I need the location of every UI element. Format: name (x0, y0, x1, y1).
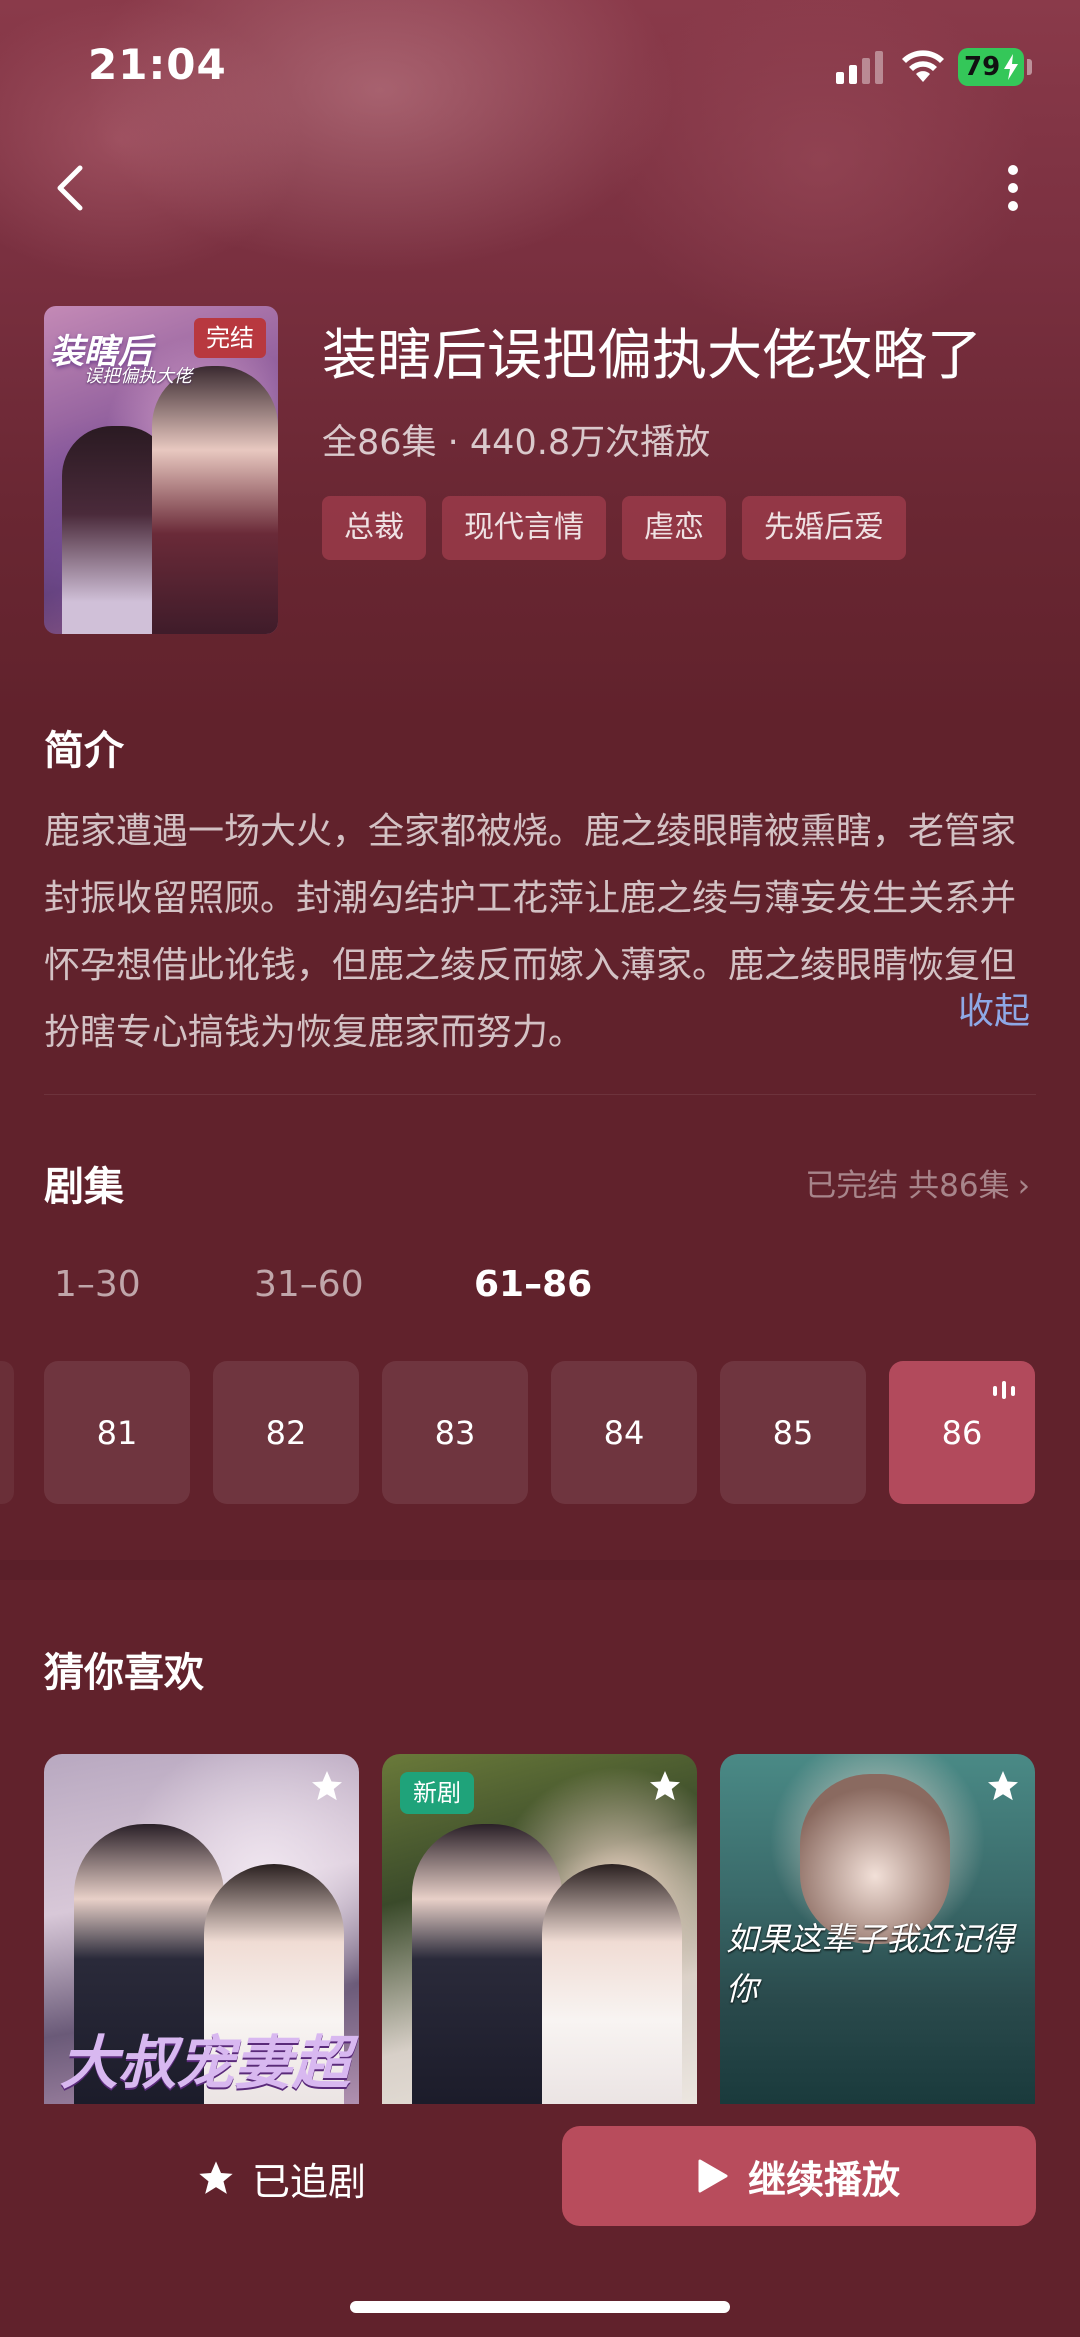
tab-range-1[interactable]: 1–30 (54, 1264, 141, 1305)
battery-indicator: 79 (958, 48, 1024, 86)
synopsis-text: 鹿家遭遇一场大火，全家都被烧。鹿之绫眼睛被熏瞎，老管家封振收留照顾。封潮勾结护工… (44, 811, 1017, 1053)
battery-level: 79 (964, 52, 1001, 82)
episode-button-partial[interactable] (0, 1361, 14, 1504)
recommend-heading: 猜你喜欢 (44, 1650, 204, 1696)
episode-button[interactable]: 84 (551, 1361, 697, 1504)
episode-button[interactable]: 83 (382, 1361, 528, 1504)
episode-grid: 81 82 83 84 85 86 (44, 1361, 1035, 1504)
episode-button[interactable]: 81 (44, 1361, 190, 1504)
divider (44, 1094, 1036, 1095)
recommend-list: 大叔宠妻超甜 新剧 如果这辈子我还记得你 (44, 1754, 1035, 2104)
poster-title-art: 如果这辈子我还记得你 (726, 1920, 1015, 2008)
episode-number: 82 (265, 1413, 307, 1452)
continue-play-label: 继续播放 (747, 2157, 900, 2202)
wifi-icon (902, 50, 944, 82)
battery-cap (1027, 59, 1032, 75)
charging-bolt-icon (1004, 54, 1018, 80)
collapse-link[interactable]: 收起 (958, 982, 1030, 1034)
home-indicator[interactable] (350, 2301, 730, 2313)
poster-figure (412, 1824, 562, 2104)
status-time: 21:04 (88, 40, 227, 89)
episode-number: 86 (941, 1413, 983, 1452)
recommend-card[interactable]: 新剧 (382, 1754, 697, 2104)
genre-tag[interactable]: 虐恋 (622, 496, 726, 560)
episode-number: 81 (96, 1413, 138, 1452)
section-separator (0, 1560, 1080, 1580)
star-icon[interactable] (647, 1768, 683, 1804)
drama-title: 装瞎后误把偏执大佬攻略了 (322, 323, 983, 387)
genre-tag[interactable]: 现代言情 (442, 496, 606, 560)
genre-tag[interactable]: 总裁 (322, 496, 426, 560)
synopsis-heading: 简介 (44, 728, 124, 774)
episode-button[interactable]: 85 (720, 1361, 866, 1504)
more-options-icon[interactable] (990, 160, 1036, 216)
genre-tags: 总裁 现代言情 虐恋 先婚后爱 (322, 496, 906, 560)
episode-status-link[interactable]: 已完结 共86集 › (805, 1160, 1030, 1205)
episodes-heading: 剧集 (44, 1164, 124, 1210)
now-playing-icon (993, 1381, 1015, 1399)
back-chevron-icon[interactable] (44, 160, 100, 216)
status-bar: 21:04 79 (0, 0, 1080, 132)
star-icon[interactable] (309, 1768, 345, 1804)
recommend-card[interactable]: 大叔宠妻超甜 (44, 1754, 359, 2104)
episode-number: 85 (772, 1413, 814, 1452)
follow-button[interactable]: 已追剧 (196, 2148, 366, 2208)
tab-range-3[interactable]: 61–86 (474, 1264, 592, 1305)
continue-play-button[interactable]: 继续播放 (562, 2126, 1036, 2226)
episode-button[interactable]: 82 (213, 1361, 359, 1504)
completed-badge: 完结 (194, 318, 266, 358)
poster-figure (542, 1864, 682, 2104)
episode-number: 83 (434, 1413, 476, 1452)
episode-status-text: 已完结 共86集 (805, 1168, 1010, 1204)
drama-meta: 全86集 · 440.8万次播放 (322, 423, 711, 463)
star-icon (199, 2161, 233, 2194)
recommend-card[interactable]: 如果这辈子我还记得你 (720, 1754, 1035, 2104)
episode-button-playing[interactable]: 86 (889, 1361, 1035, 1504)
star-icon[interactable] (985, 1768, 1021, 1804)
tab-range-2[interactable]: 31–60 (254, 1264, 364, 1305)
chevron-right-icon: › (1017, 1168, 1030, 1204)
play-icon (698, 2159, 728, 2193)
poster-title-art: 大叔宠妻超甜 (60, 2029, 351, 2097)
follow-label: 已追剧 (252, 2159, 367, 2204)
episode-number: 84 (603, 1413, 645, 1452)
poster-figure (152, 366, 278, 634)
poster-subtitle-art: 误把偏执大佬 (84, 366, 192, 387)
new-badge: 新剧 (400, 1772, 474, 1814)
cellular-signal-icon (836, 51, 883, 84)
genre-tag[interactable]: 先婚后爱 (742, 496, 906, 560)
